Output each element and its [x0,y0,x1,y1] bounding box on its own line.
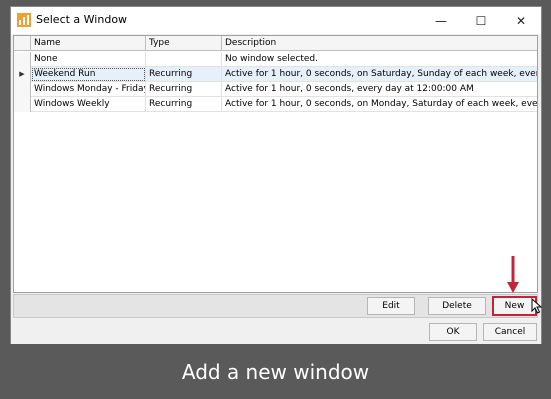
edit-button[interactable]: Edit [367,297,415,315]
cell-type[interactable]: Recurring [146,97,222,112]
row-pointer-icon: ▶ [14,67,31,82]
table-row[interactable]: None No window selected. [14,52,537,67]
title-bar: Select a Window — ☐ ✕ [11,7,541,34]
tutorial-caption: Add a new window [181,359,370,384]
minimize-button[interactable]: — [421,7,461,34]
column-header-type[interactable]: Type [146,36,222,51]
cell-description[interactable]: Active for 1 hour, 0 seconds, on Monday,… [222,97,537,112]
header-indicator-cell [14,36,31,51]
cell-type[interactable] [146,52,222,67]
table-row[interactable]: Windows Weekly Recurring Active for 1 ho… [14,97,537,112]
cell-name[interactable]: Weekend Run [31,67,146,82]
row-indicator [14,97,31,112]
column-header-name[interactable]: Name [31,36,146,51]
row-indicator [14,52,31,67]
windows-grid: Name Type Description None No window sel… [13,35,538,293]
mouse-pointer-icon [531,298,543,314]
app-logo-icon [17,13,31,27]
delete-button[interactable]: Delete [428,297,486,315]
down-arrow-icon [507,256,519,293]
cell-name[interactable]: Windows Weekly [31,97,146,112]
cell-name[interactable]: None [31,52,146,67]
tutorial-frame: Select a Window — ☐ ✕ Name Type Descript… [0,0,551,399]
cell-description[interactable]: Active for 1 hour, 0 seconds, on Saturda… [222,67,537,82]
cancel-button[interactable]: Cancel [483,323,537,341]
dialog-footer: OK Cancel [11,320,541,344]
row-indicator [14,82,31,97]
select-window-dialog: Select a Window — ☐ ✕ Name Type Descript… [10,6,542,344]
close-button[interactable]: ✕ [501,7,541,34]
grid-header: Name Type Description [14,36,537,51]
cell-type[interactable]: Recurring [146,67,222,82]
cell-description[interactable]: No window selected. [222,52,537,67]
table-row[interactable]: Windows Monday - Friday Recurring Active… [14,82,537,97]
cell-type[interactable]: Recurring [146,82,222,97]
grid-action-bar: Edit Delete New [13,294,538,318]
cell-name[interactable]: Windows Monday - Friday [31,82,146,97]
table-row[interactable]: ▶ Weekend Run Recurring Active for 1 hou… [14,67,537,82]
cell-description[interactable]: Active for 1 hour, 0 seconds, every day … [222,82,537,97]
window-title: Select a Window [36,13,128,26]
ok-button[interactable]: OK [429,323,477,341]
maximize-button[interactable]: ☐ [461,7,501,34]
column-header-description[interactable]: Description [222,36,537,51]
